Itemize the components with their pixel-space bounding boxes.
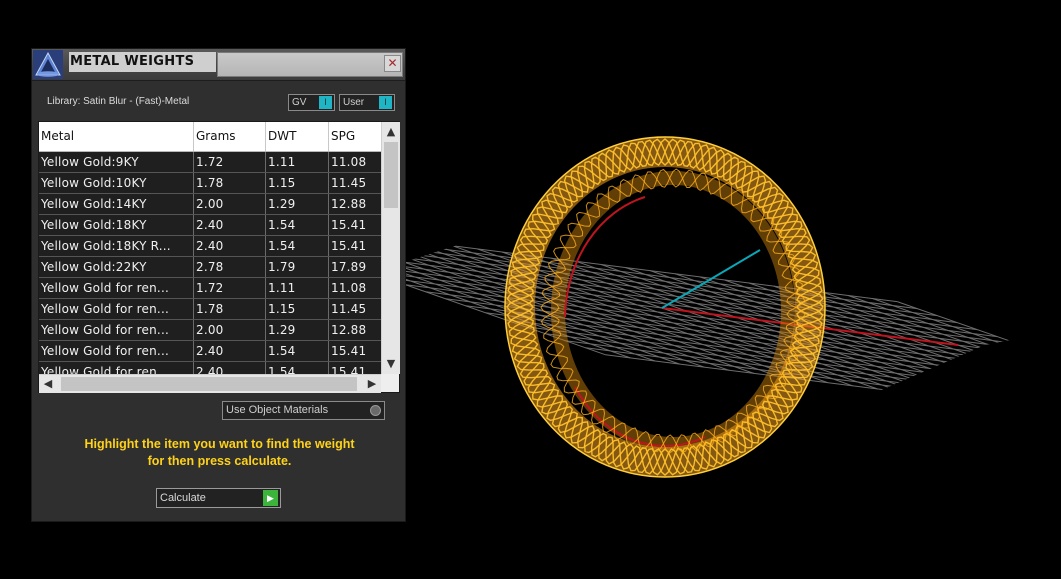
instruction-text: Highlight the item you want to find the … — [42, 436, 397, 470]
triangle-logo-icon — [33, 50, 63, 79]
cell-metal: Yellow Gold:18KY R... — [39, 236, 194, 256]
cell-grams: 1.72 — [194, 152, 266, 172]
cell-spg: 15.41 — [331, 218, 367, 232]
gv-toggle-label: GV — [292, 97, 307, 108]
cell-dwt: 1.11 — [266, 152, 329, 172]
column-header-dwt[interactable]: DWT — [266, 122, 329, 151]
cell-dwt: 1.29 — [266, 320, 329, 340]
scroll-down-icon[interactable]: ▼ — [382, 356, 400, 374]
cell-spg: 17.89 — [331, 260, 367, 274]
cell-dwt: 1.79 — [266, 257, 329, 277]
cell-spg: 11.08 — [331, 281, 367, 295]
radio-icon — [370, 405, 381, 416]
table-row[interactable]: Yellow Gold for ren... 1.78 1.15 11.45 — [39, 299, 381, 320]
cell-dwt: 1.54 — [266, 236, 329, 256]
vertical-scrollbar[interactable]: ▲ ▼ — [381, 122, 400, 374]
play-icon: ▶ — [263, 490, 278, 506]
cell-grams: 2.00 — [194, 320, 266, 340]
scroll-right-icon[interactable]: ▶ — [363, 375, 381, 393]
cell-grams: 1.72 — [194, 278, 266, 298]
horizontal-scroll-thumb[interactable] — [61, 377, 357, 391]
cell-metal: Yellow Gold:22KY — [39, 257, 194, 277]
column-header-spg[interactable]: SPG — [329, 122, 381, 151]
cell-grams: 1.78 — [194, 173, 266, 193]
y-axis-line — [661, 249, 761, 309]
table-rows: Yellow Gold:9KY 1.72 1.11 11.08 Yellow Gold:… — [39, 152, 381, 383]
cell-metal: Yellow Gold for ren... — [39, 278, 194, 298]
table-row[interactable]: Yellow Gold:18KY R... 2.40 1.54 15.41 — [39, 236, 381, 257]
cell-metal: Yellow Gold:9KY — [39, 152, 194, 172]
instruction-line-1: Highlight the item you want to find the … — [84, 437, 355, 451]
user-toggle-indicator: I — [379, 96, 392, 109]
cell-spg: 15.41 — [331, 239, 367, 253]
column-header-grams[interactable]: Grams — [194, 122, 266, 151]
cell-spg: 11.45 — [331, 302, 367, 316]
cell-metal: Yellow Gold:18KY — [39, 215, 194, 235]
title-bar-fill — [217, 52, 403, 77]
table-row[interactable]: Yellow Gold for ren... 1.72 1.11 11.08 — [39, 278, 381, 299]
cell-metal: Yellow Gold for ren... — [39, 320, 194, 340]
cell-dwt: 1.54 — [266, 215, 329, 235]
close-button[interactable]: ✕ — [384, 55, 401, 72]
cell-metal: Yellow Gold:10KY — [39, 173, 194, 193]
cell-metal: Yellow Gold for ren... — [39, 299, 194, 319]
use-object-materials-label: Use Object Materials — [226, 404, 329, 416]
table-row[interactable]: Yellow Gold for ren... 2.00 1.29 12.88 — [39, 320, 381, 341]
cell-metal: Yellow Gold:14KY — [39, 194, 194, 214]
cell-grams: 2.78 — [194, 257, 266, 277]
user-toggle[interactable]: User I — [339, 94, 395, 111]
grid-line — [822, 291, 1061, 433]
cell-dwt: 1.15 — [266, 299, 329, 319]
gv-toggle-indicator: I — [319, 96, 332, 109]
cell-grams: 2.40 — [194, 215, 266, 235]
panel-title: METAL WEIGHTS — [69, 52, 216, 72]
cell-spg: 12.88 — [331, 323, 367, 337]
use-object-materials-toggle[interactable]: Use Object Materials — [222, 401, 385, 420]
grid-line — [847, 294, 1061, 436]
cell-grams: 1.78 — [194, 299, 266, 319]
horizontal-scrollbar[interactable]: ◀ ▶ — [39, 374, 381, 393]
cell-metal: Yellow Gold for ren... — [39, 341, 194, 361]
cell-grams: 2.40 — [194, 341, 266, 361]
table-row[interactable]: Yellow Gold:9KY 1.72 1.11 11.08 — [39, 152, 381, 173]
scroll-up-icon[interactable]: ▲ — [382, 122, 400, 140]
title-bar[interactable]: METAL WEIGHTS ✕ — [32, 49, 405, 81]
table-row[interactable]: Yellow Gold for ren... 2.40 1.54 15.41 — [39, 341, 381, 362]
library-label: Library: Satin Blur - (Fast)-Metal — [47, 96, 190, 107]
cell-spg: 15.41 — [331, 344, 367, 358]
cell-dwt: 1.29 — [266, 194, 329, 214]
metal-table[interactable]: Metal Grams DWT SPG Yellow Gold:9KY 1.72 1… — [38, 121, 400, 393]
vertical-scroll-thumb[interactable] — [384, 142, 398, 208]
user-toggle-label: User — [343, 97, 365, 108]
cell-spg: 11.08 — [331, 155, 367, 169]
calculate-label: Calculate — [160, 492, 206, 504]
cell-grams: 2.00 — [194, 194, 266, 214]
gv-toggle[interactable]: GV I — [288, 94, 335, 111]
table-row[interactable]: Yellow Gold:22KY 2.78 1.79 17.89 — [39, 257, 381, 278]
cell-dwt: 1.11 — [266, 278, 329, 298]
cell-spg: 12.88 — [331, 197, 367, 211]
instruction-line-2: for then press calculate. — [147, 454, 292, 468]
close-icon: ✕ — [387, 56, 398, 70]
table-row[interactable]: Yellow Gold:14KY 2.00 1.29 12.88 — [39, 194, 381, 215]
table-row[interactable]: Yellow Gold:10KY 1.78 1.15 11.45 — [39, 173, 381, 194]
table-header: Metal Grams DWT SPG — [39, 122, 381, 152]
scroll-left-icon[interactable]: ◀ — [39, 375, 57, 393]
cell-spg: 11.45 — [331, 176, 367, 190]
table-row[interactable]: Yellow Gold:18KY 2.40 1.54 15.41 — [39, 215, 381, 236]
column-header-metal[interactable]: Metal — [39, 122, 194, 151]
calculate-button[interactable]: Calculate ▶ — [156, 488, 281, 508]
metal-weights-panel: METAL WEIGHTS ✕ Library: Satin Blur - (F… — [31, 48, 406, 522]
cell-grams: 2.40 — [194, 236, 266, 256]
cell-dwt: 1.54 — [266, 341, 329, 361]
cell-dwt: 1.15 — [266, 173, 329, 193]
